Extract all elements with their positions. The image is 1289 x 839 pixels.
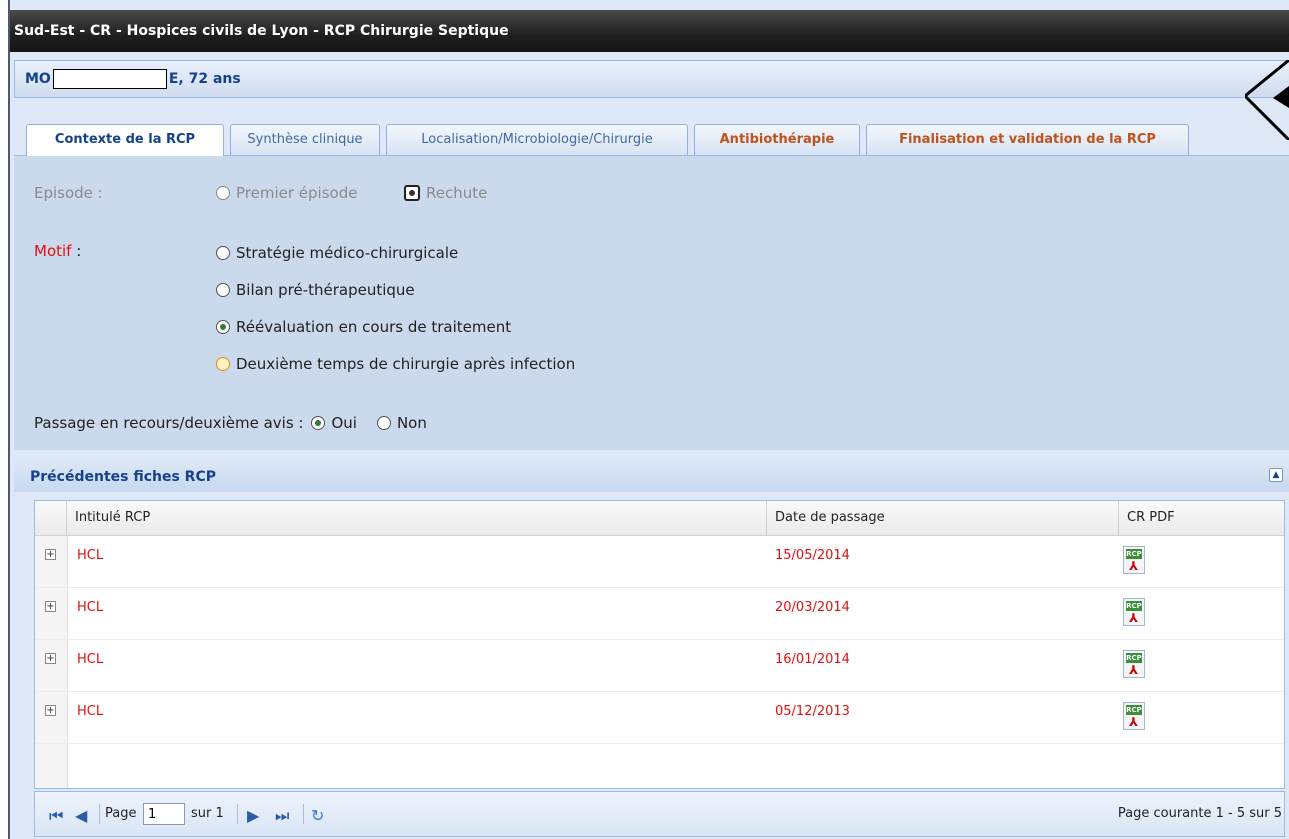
radio-button-selected[interactable] — [404, 185, 420, 201]
cell-date: 16/01/2014 — [775, 652, 850, 667]
passage-row: Passage en recours/deuxième avis : Oui N… — [34, 414, 427, 432]
motif-option-bilan[interactable]: Bilan pré-thérapeutique — [216, 281, 415, 299]
pdf-icon[interactable]: RCP ⅄ — [1123, 702, 1145, 730]
episode-option-premier[interactable]: Premier épisode — [216, 184, 357, 202]
window-title: Sud-Est - CR - Hospices civils de Lyon -… — [10, 10, 1289, 52]
page-number-input[interactable] — [143, 803, 185, 825]
expand-icon[interactable]: + — [45, 549, 56, 560]
tab-synthese[interactable]: Synthèse clinique — [230, 124, 380, 155]
rcp-grid: Intitulé RCP Date de passage CR PDF + HC… — [34, 500, 1285, 789]
column-header-pdf[interactable]: CR PDF — [1119, 501, 1286, 535]
tab-contexte[interactable]: Contexte de la RCP — [26, 124, 224, 157]
expander-cell: + — [35, 536, 68, 587]
separator — [237, 804, 238, 824]
cell-date: 20/03/2014 — [775, 600, 850, 615]
cell-intitule: HCL — [77, 600, 104, 615]
table-row[interactable]: + HCL 15/05/2014 RCP ⅄ — [35, 536, 1284, 588]
cell-intitule: HCL — [77, 548, 104, 563]
option-label: Stratégie médico-chirurgicale — [236, 244, 459, 262]
expand-icon[interactable]: + — [45, 653, 56, 664]
contexte-panel: Episode : Premier épisode Rechute Motif … — [14, 156, 1289, 450]
patient-header: MO E, 72 ans — [14, 60, 1289, 98]
patient-name-prefix: MO — [25, 71, 51, 87]
collapse-icon[interactable]: ▲ — [1269, 468, 1283, 482]
motif-required-label: Motif — [34, 242, 72, 260]
radio-button-selected[interactable] — [311, 416, 326, 430]
pdf-icon-label: RCP — [1126, 653, 1142, 663]
option-label: Premier épisode — [236, 184, 358, 202]
radio-button-hover[interactable] — [216, 357, 230, 371]
expander-cell: + — [35, 692, 68, 743]
grid-header: Intitulé RCP Date de passage CR PDF — [35, 501, 1284, 536]
radio-button[interactable] — [216, 186, 230, 200]
option-label: Bilan pré-thérapeutique — [236, 281, 415, 299]
column-header-date[interactable]: Date de passage — [767, 501, 1119, 535]
radio-button[interactable] — [376, 416, 391, 430]
episode-label: Episode : — [34, 184, 103, 202]
refresh-icon[interactable]: ↻ — [311, 806, 324, 825]
pdf-icon[interactable]: RCP ⅄ — [1123, 598, 1145, 626]
motif-colon: : — [71, 242, 82, 260]
cell-intitule: HCL — [77, 652, 104, 667]
cell-date: 15/05/2014 — [775, 548, 850, 563]
cell-intitule: HCL — [77, 704, 104, 719]
pdf-icon[interactable]: RCP ⅄ — [1123, 650, 1145, 678]
passage-option-non[interactable]: Non — [397, 414, 427, 432]
pdf-icon-label: RCP — [1126, 705, 1142, 715]
redacted-name — [52, 69, 167, 89]
separator — [303, 804, 304, 824]
motif-label: Motif : — [34, 242, 81, 260]
pdf-icon-label: RCP — [1126, 549, 1142, 559]
tab-antibiotherapie[interactable]: Antibiothérapie — [694, 124, 860, 155]
table-row[interactable]: + HCL 16/01/2014 RCP ⅄ — [35, 640, 1284, 692]
expander-header — [35, 501, 67, 535]
pagination-toolbar: ⏮ ◀ Page sur 1 ▶ ⏭ ↻ Page courante 1 - 5… — [34, 791, 1285, 837]
episode-option-rechute[interactable]: Rechute — [404, 184, 487, 202]
motif-option-strategie[interactable]: Stratégie médico-chirurgicale — [216, 244, 458, 262]
passage-option-oui[interactable]: Oui — [331, 414, 356, 432]
expand-icon[interactable]: + — [45, 705, 56, 716]
grid-title: Précédentes fiches RCP — [14, 462, 1289, 492]
empty-expander-filler — [35, 744, 68, 788]
tab-localisation[interactable]: Localisation/Microbiologie/Chirurgie — [386, 124, 688, 155]
first-page-icon[interactable]: ⏮ — [49, 806, 63, 826]
previous-rcp-panel: Précédentes fiches RCP ▲ Intitulé RCP Da… — [14, 452, 1289, 839]
tab-strip: Contexte de la RCP Synthèse clinique Loc… — [14, 110, 1289, 157]
separator — [99, 804, 100, 824]
annotation-arrow-icon — [1245, 60, 1289, 140]
tab-finalisation[interactable]: Finalisation et validation de la RCP — [866, 124, 1189, 155]
table-row[interactable]: + HCL 05/12/2013 RCP ⅄ — [35, 692, 1284, 744]
page-count: sur 1 — [191, 806, 224, 821]
table-row[interactable]: + HCL 20/03/2014 RCP ⅄ — [35, 588, 1284, 640]
option-label: Réévaluation en cours de traitement — [236, 318, 512, 336]
next-page-icon[interactable]: ▶ — [247, 806, 259, 825]
radio-button[interactable] — [216, 246, 230, 260]
previous-page-icon[interactable]: ◀ — [75, 806, 87, 825]
expander-cell: + — [35, 588, 68, 639]
page-status: Page courante 1 - 5 sur 5 — [1117, 806, 1282, 821]
last-page-icon[interactable]: ⏭ — [275, 806, 289, 826]
pdf-icon[interactable]: RCP ⅄ — [1123, 546, 1145, 574]
option-label: Deuxième temps de chirurgie après infect… — [236, 355, 576, 373]
application-window: Sud-Est - CR - Hospices civils de Lyon -… — [8, 0, 1289, 839]
column-header-intitule[interactable]: Intitulé RCP — [67, 501, 767, 535]
patient-name-suffix: E, 72 ans — [168, 71, 241, 87]
option-label: Rechute — [426, 184, 488, 202]
passage-label: Passage en recours/deuxième avis : — [34, 414, 304, 432]
page-label: Page — [105, 806, 137, 821]
radio-button-selected[interactable] — [216, 320, 230, 334]
pdf-icon-label: RCP — [1126, 601, 1142, 611]
expand-icon[interactable]: + — [45, 601, 56, 612]
motif-option-deuxieme-temps[interactable]: Deuxième temps de chirurgie après infect… — [216, 355, 575, 373]
radio-button[interactable] — [216, 283, 230, 297]
expander-cell: + — [35, 640, 68, 691]
cell-date: 05/12/2013 — [775, 704, 850, 719]
motif-option-reevaluation[interactable]: Réévaluation en cours de traitement — [216, 318, 511, 336]
